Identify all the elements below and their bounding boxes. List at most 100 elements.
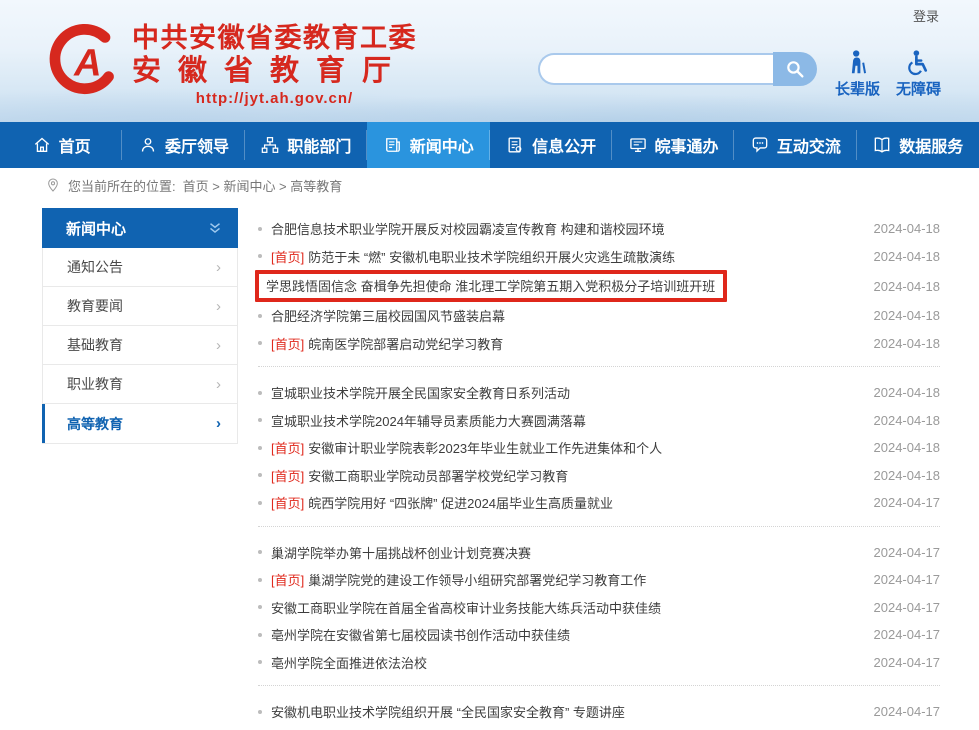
news-item-text: 宣城职业技术学院开展全民国家安全教育日系列活动 (271, 386, 570, 401)
breadcrumb-path[interactable]: 首页 > 新闻中心 > 高等教育 (183, 176, 343, 195)
news-item-title[interactable]: 亳州学院在安徽省第七届校园读书创作活动中获佳绩 (271, 625, 570, 644)
search-input[interactable] (538, 53, 773, 85)
sidebar-item-edu-news[interactable]: 教育要闻 › (43, 287, 237, 326)
news-item-title[interactable]: [首页]防范于未 “燃” 安徽机电职业技术学院组织开展火灾逃生疏散演练 (271, 247, 675, 266)
location-pin-icon (45, 177, 61, 193)
news-item-text: 皖南医学院部署启动党纪学习教育 (308, 337, 503, 352)
news-item: [首页]防范于未 “燃” 安徽机电职业技术学院组织开展火灾逃生疏散演练 2024… (258, 243, 940, 271)
breadcrumb: 您当前所在的位置: 首页 > 新闻中心 > 高等教育 (0, 168, 979, 202)
news-item: 宣城职业技术学院开展全民国家安全教育日系列活动 2024-04-18 (258, 379, 940, 407)
news-item: [首页]安徽工商职业学院动员部署学校党纪学习教育 2024-04-18 (258, 462, 940, 490)
nav-item-label: 互动交流 (777, 133, 841, 157)
bullet-dot-icon (258, 314, 262, 318)
sidebar-item-label: 通知公告 (67, 257, 123, 277)
news-item: 安徽机电职业技术学院组织开展 “全民国家安全教育” 专题讲座 2024-04-1… (258, 698, 940, 726)
news-item-date: 2024-04-18 (862, 249, 941, 264)
news-item-text: 安徽机电职业技术学院组织开展 “全民国家安全教育” 专题讲座 (271, 705, 625, 720)
news-item-title[interactable]: 巢湖学院举办第十届挑战杯创业计划竞赛决赛 (271, 543, 531, 562)
news-item-title[interactable]: 宣城职业技术学院开展全民国家安全教育日系列活动 (271, 383, 570, 402)
bullet-dot-icon (258, 391, 262, 395)
org-name-line1: 中共安徽省委教育工委 (132, 22, 417, 54)
news-item: 巢湖学院举办第十届挑战杯创业计划竞赛决赛 2024-04-17 (258, 539, 940, 567)
bullet-dot-icon (258, 501, 262, 505)
news-item-title[interactable]: [首页] 皖南医学院部署启动党纪学习教育 (271, 334, 503, 353)
front-page-tag: [首页] (271, 337, 304, 352)
nav-item-news-center[interactable]: 新闻中心 (367, 122, 489, 168)
sidebar-item-basic-education[interactable]: 基础教育 › (43, 326, 237, 365)
accessibility-label: 无障碍 (896, 78, 941, 99)
news-item-title[interactable]: [首页]巢湖学院党的建设工作领导小组研究部署党纪学习教育工作 (271, 570, 646, 589)
nav-item-label: 信息公开 (532, 133, 596, 157)
bullet-dot-icon (258, 633, 262, 637)
ic-doc (505, 135, 525, 155)
news-group: 巢湖学院举办第十届挑战杯创业计划竞赛决赛 2024-04-17 [首页]巢湖学院… (258, 526, 940, 686)
news-item-title[interactable]: 合肥经济学院第三届校园国风节盛装启幕 (271, 306, 505, 325)
elder-version-label: 长辈版 (835, 78, 880, 99)
site-url: http://jyt.ah.gov.cn/ (132, 90, 417, 107)
news-item-title[interactable]: 亳州学院全面推进依法治校 (271, 653, 427, 672)
news-item-date: 2024-04-18 (862, 385, 941, 400)
ic-people (138, 135, 158, 155)
nav-item-wan-services[interactable]: 皖事通办 (612, 122, 734, 168)
news-item-title[interactable]: 学思践悟固信念 奋楫争先担使命 淮北理工学院第五期入党积极分子培训班开班 (255, 270, 727, 302)
news-item-title[interactable]: 安徽工商职业学院在首届全省高校审计业务技能大练兵活动中获佳绩 (271, 598, 661, 617)
news-item-date: 2024-04-17 (862, 545, 941, 560)
sidebar-item-label: 高等教育 (67, 414, 123, 434)
chevrons-down-icon (206, 219, 224, 237)
news-item-text: 巢湖学院党的建设工作领导小组研究部署党纪学习教育工作 (308, 573, 646, 588)
brand-text: 中共安徽省委教育工委 安徽省教育厅 http://jyt.ah.gov.cn/ (132, 22, 417, 107)
content: 新闻中心 通知公告 › 教育要闻 › 基础教育 › 职业教育 › 高等教育 › … (0, 202, 979, 730)
chevron-right-icon: › (216, 376, 221, 393)
news-item-date: 2024-04-17 (862, 495, 941, 510)
site-logo[interactable]: A 中共安徽省委教育工委 安徽省教育厅 http://jyt.ah.gov.cn… (48, 22, 417, 107)
news-item: 合肥信息技术职业学院开展反对校园霸凌宣传教育 构建和谐校园环境 2024-04-… (258, 215, 940, 243)
ic-monitor (628, 135, 648, 155)
news-item-text: 皖西学院用好 “四张牌” 促进2024届毕业生高质量就业 (308, 496, 613, 511)
ic-book (872, 135, 892, 155)
news-item: 宣城职业技术学院2024年辅导员素质能力大赛圆满落幕 2024-04-18 (258, 407, 940, 435)
login-link[interactable]: 登录 (913, 6, 939, 25)
chevron-right-icon: › (216, 259, 221, 276)
nav-item-home[interactable]: 首页 (0, 122, 122, 168)
bullet-dot-icon (258, 605, 262, 609)
nav-item-leaders[interactable]: 委厅领导 (122, 122, 244, 168)
bullet-dot-icon (258, 254, 262, 258)
news-group: 合肥信息技术职业学院开展反对校园霸凌宣传教育 构建和谐校园环境 2024-04-… (258, 210, 940, 366)
search-bar (538, 52, 817, 86)
news-item-date: 2024-04-18 (862, 413, 941, 428)
page: 登录 A 中共安徽省委教育工委 安徽省教育厅 http://jyt.ah.gov… (0, 0, 979, 730)
sidebar-item-notices[interactable]: 通知公告 › (43, 248, 237, 287)
front-page-tag: [首页] (271, 496, 304, 511)
news-item-date: 2024-04-18 (862, 308, 941, 323)
news-item-date: 2024-04-17 (862, 572, 941, 587)
news-item-title[interactable]: 安徽机电职业技术学院组织开展 “全民国家安全教育” 专题讲座 (271, 702, 625, 721)
search-button[interactable] (773, 52, 817, 86)
news-item-title[interactable]: [首页] 皖西学院用好 “四张牌” 促进2024届毕业生高质量就业 (271, 493, 613, 512)
bullet-dot-icon (258, 578, 262, 582)
news-item-text: 合肥信息技术职业学院开展反对校园霸凌宣传教育 构建和谐校园环境 (271, 222, 665, 237)
elder-version-button[interactable]: 长辈版 (835, 48, 880, 99)
nav-item-data-services[interactable]: 数据服务 (857, 122, 979, 168)
news-item-title[interactable]: 宣城职业技术学院2024年辅导员素质能力大赛圆满落幕 (271, 411, 586, 430)
nav-item-interaction[interactable]: 互动交流 (734, 122, 856, 168)
news-item-title[interactable]: [首页]安徽审计职业学院表彰2023年毕业生就业工作先进集体和个人 (271, 438, 662, 457)
nav-item-label: 委厅领导 (165, 133, 229, 157)
nav-item-departments[interactable]: 职能部门 (245, 122, 367, 168)
news-item-title[interactable]: [首页]安徽工商职业学院动员部署学校党纪学习教育 (271, 466, 568, 485)
bullet-dot-icon (258, 660, 262, 664)
accessibility-button[interactable]: 无障碍 (896, 48, 941, 99)
front-page-tag: [首页] (271, 250, 304, 265)
svg-text:A: A (73, 42, 101, 84)
sidebar-item-vocational-education[interactable]: 职业教育 › (43, 365, 237, 404)
sidebar-menu: 通知公告 › 教育要闻 › 基础教育 › 职业教育 › 高等教育 › (42, 248, 238, 444)
breadcrumb-prefix: 您当前所在的位置: (68, 176, 176, 195)
sidebar-header-news-center[interactable]: 新闻中心 (42, 208, 238, 248)
nav-item-info-disclosure[interactable]: 信息公开 (490, 122, 612, 168)
news-item: [首页]巢湖学院党的建设工作领导小组研究部署党纪学习教育工作 2024-04-1… (258, 566, 940, 594)
news-item-title[interactable]: 合肥信息技术职业学院开展反对校园霸凌宣传教育 构建和谐校园环境 (271, 219, 665, 238)
sidebar-item-higher-education[interactable]: 高等教育 › (43, 404, 237, 443)
main-nav: 首页 委厅领导 职能部门 新闻中心 信息公开 皖事通办 互动交流 数据服务 (0, 122, 979, 168)
bullet-dot-icon (258, 446, 262, 450)
ic-chat (750, 135, 770, 155)
chevron-right-icon: › (216, 337, 221, 354)
